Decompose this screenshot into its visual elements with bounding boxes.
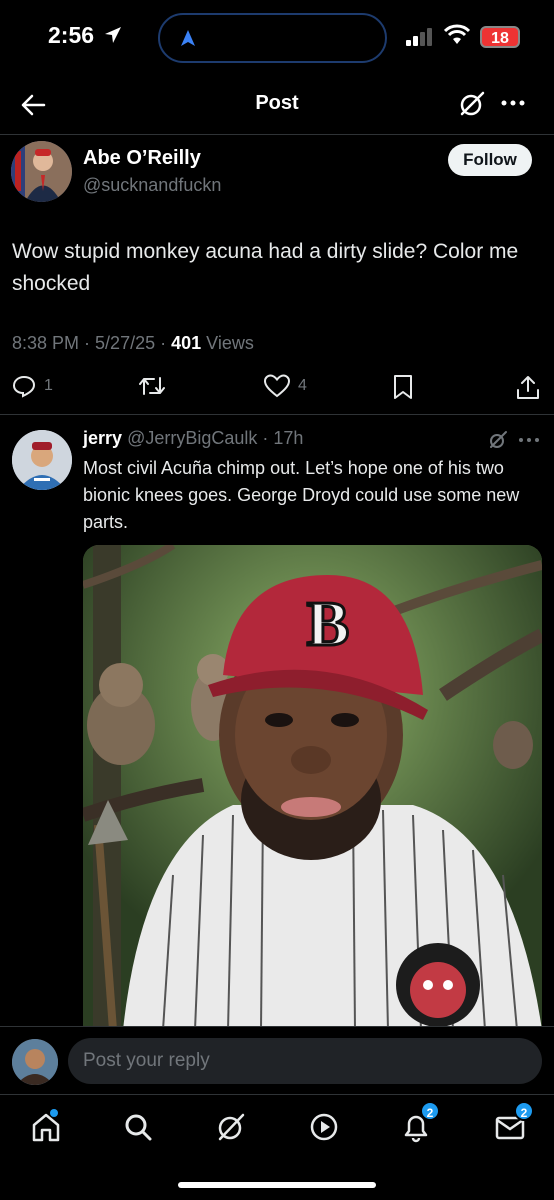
- header-divider: [0, 134, 554, 135]
- dynamic-island: [158, 13, 387, 63]
- home-icon: [32, 1113, 60, 1142]
- battery-indicator: 18: [480, 26, 520, 48]
- views-label: Views: [206, 333, 254, 353]
- reply-avatar[interactable]: [12, 430, 72, 490]
- like-icon: [264, 374, 290, 398]
- more-icon[interactable]: [500, 90, 526, 116]
- repost-action[interactable]: [138, 374, 174, 398]
- author-name[interactable]: Abe O’Reilly: [83, 147, 201, 170]
- navigation-arrow-icon: [181, 30, 195, 46]
- reply-media-image[interactable]: B: [83, 545, 542, 1030]
- nav-search[interactable]: [122, 1111, 154, 1143]
- author-handle[interactable]: @sucknandfuckn: [83, 175, 221, 196]
- play-icon: [310, 1113, 338, 1141]
- wifi-icon: [444, 24, 470, 44]
- post-date: 5/27/25: [95, 333, 156, 353]
- nav-grok[interactable]: [215, 1111, 247, 1143]
- author-avatar[interactable]: [11, 141, 72, 202]
- like-action[interactable]: 4: [264, 374, 307, 398]
- follow-button[interactable]: Follow: [448, 144, 532, 176]
- reply-grok-icon[interactable]: [488, 430, 508, 450]
- status-bar: 2:56 18: [0, 0, 554, 72]
- search-icon: [125, 1114, 152, 1141]
- location-arrow-icon: [105, 27, 121, 43]
- share-action[interactable]: [516, 374, 548, 400]
- nav-home[interactable]: [30, 1109, 62, 1143]
- my-avatar[interactable]: [12, 1039, 58, 1085]
- status-time: 2:56: [48, 22, 95, 48]
- views-count: 401: [171, 333, 202, 353]
- nav-notifications[interactable]: 2: [400, 1101, 440, 1143]
- notifications-badge: 2: [420, 1101, 440, 1121]
- reply-action[interactable]: 1: [12, 374, 53, 398]
- reply-age: 17h: [273, 428, 304, 448]
- bookmark-icon: [394, 375, 412, 399]
- reply-input[interactable]: [68, 1038, 542, 1084]
- reply-header: jerry @JerryBigCaulk · 17h: [83, 428, 304, 448]
- grok-icon[interactable]: [458, 90, 486, 118]
- reply-count: 1: [44, 377, 53, 394]
- post-meta: 8:38 PM · 5/27/25 · 401 Views: [12, 333, 254, 353]
- bookmark-action[interactable]: [392, 374, 422, 400]
- home-unread-dot: [50, 1109, 58, 1117]
- messages-badge: 2: [514, 1101, 534, 1121]
- reply-author-handle[interactable]: @JerryBigCaulk: [127, 428, 257, 448]
- cap-b-logo: B: [307, 588, 350, 659]
- home-indicator: [178, 1182, 376, 1188]
- reply-composer: [0, 1026, 554, 1094]
- share-icon: [517, 376, 539, 399]
- signal-icon: [406, 28, 436, 46]
- nav-video[interactable]: [308, 1111, 340, 1143]
- reply-author-name[interactable]: jerry: [83, 428, 122, 448]
- post-actions: 1 4: [0, 368, 554, 408]
- nav-messages[interactable]: 2: [494, 1101, 534, 1143]
- like-count: 4: [298, 377, 307, 394]
- repost-icon: [139, 377, 165, 395]
- top-header: Post: [0, 72, 554, 134]
- reply-more-icon[interactable]: [518, 430, 540, 450]
- post-text: Wow stupid monkey acuna had a dirty slid…: [12, 240, 519, 295]
- reply-icon: [12, 375, 36, 398]
- reply-text: Most civil Acuña chimp out. Let’s hope o…: [83, 458, 520, 532]
- grok-nav-icon: [218, 1113, 245, 1141]
- post-time: 8:38 PM: [12, 333, 80, 353]
- post-divider: [0, 414, 554, 415]
